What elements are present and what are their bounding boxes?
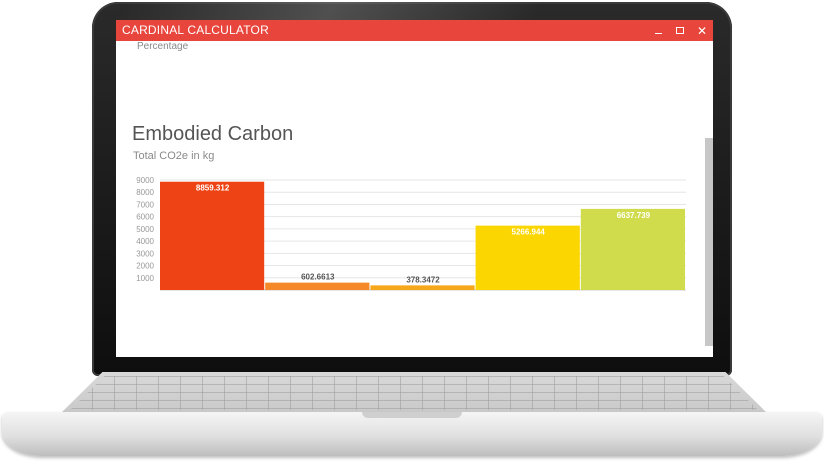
y-tick-label: 7000	[136, 200, 154, 209]
close-button[interactable]: ✕	[691, 20, 713, 41]
bar-value-label: 8859.312	[196, 184, 230, 193]
bar	[265, 282, 370, 290]
y-tick-label: 3000	[136, 249, 154, 258]
maximize-button[interactable]	[669, 20, 691, 41]
app-window: CARDINAL CALCULATOR ✕ Percentage Embodie…	[116, 20, 713, 357]
chart-subtitle: Total CO2e in kg	[133, 150, 215, 162]
embodied-carbon-chart: 1000 2000 3000 4000 5000 6000 7000 8000 9000 8859…	[136, 176, 686, 291]
minimize-icon	[654, 33, 662, 34]
lid-highlight	[114, 2, 546, 20]
bar-value-label: 6637.739	[617, 211, 651, 220]
keyboard-keys	[70, 376, 758, 410]
maximize-icon	[676, 27, 684, 34]
y-tick-label: 2000	[136, 262, 154, 271]
bar	[160, 181, 265, 290]
laptop-base	[2, 412, 822, 456]
bar	[580, 208, 685, 290]
y-tick-label: 5000	[136, 225, 154, 234]
y-tick-label: 6000	[136, 213, 154, 222]
laptop-base-notch	[362, 412, 462, 418]
y-tick-label: 9000	[136, 176, 154, 185]
bar-value-label: 602.6613	[301, 273, 335, 282]
bar-value-label: 5266.944	[512, 228, 546, 237]
bar-value-label: 378.3472	[406, 275, 440, 284]
y-tick-label: 8000	[136, 188, 154, 197]
app-title: CARDINAL CALCULATOR	[122, 23, 269, 37]
bar	[370, 285, 475, 290]
vertical-scrollbar[interactable]	[705, 138, 713, 346]
chart-title: Embodied Carbon	[132, 123, 294, 145]
close-icon: ✕	[696, 23, 708, 38]
y-tick-label: 1000	[136, 274, 154, 283]
title-bar: CARDINAL CALCULATOR ✕	[116, 20, 713, 41]
percentage-label: Percentage	[137, 41, 189, 52]
y-tick-label: 4000	[136, 237, 154, 246]
minimize-button[interactable]	[647, 20, 669, 41]
